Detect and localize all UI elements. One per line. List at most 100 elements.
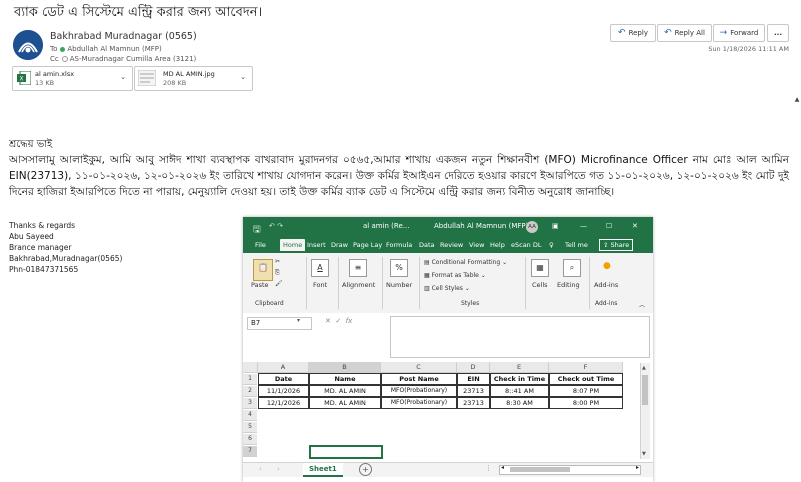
table-cell[interactable]: Date <box>258 373 309 385</box>
table-cell[interactable]: 23713 <box>457 385 490 397</box>
horizontal-scrollbar[interactable]: ◂ ▸ <box>499 464 641 475</box>
more-options-icon[interactable]: ⋮ <box>485 464 492 472</box>
tab-view[interactable]: View <box>469 239 484 251</box>
addins-button[interactable]: Add-ins <box>594 281 618 289</box>
close-icon[interactable]: ✕ <box>632 222 638 230</box>
reply-all-button[interactable]: ↶ Reply All <box>657 24 712 42</box>
tab-data[interactable]: Data <box>419 239 435 251</box>
add-sheet-icon[interactable]: + <box>359 463 372 476</box>
table-cell[interactable]: 23713 <box>457 397 490 409</box>
table-cell[interactable]: Post Name <box>381 373 457 385</box>
row-header[interactable]: 6 <box>243 434 257 445</box>
row-header[interactable]: 1 <box>243 374 257 385</box>
user-avatar[interactable]: AA <box>526 221 538 233</box>
scroll-left-arrow-icon[interactable]: ◂ <box>501 464 504 471</box>
minimize-icon[interactable]: — <box>580 222 587 230</box>
tab-review[interactable]: Review <box>440 239 463 251</box>
table-cell[interactable]: Check in Time <box>490 373 549 385</box>
scroll-right-arrow-icon[interactable]: ▸ <box>636 464 639 471</box>
enter-icon[interactable]: ✓ <box>335 317 341 325</box>
scroll-up-arrow-icon[interactable]: ▲ <box>642 365 646 371</box>
table-cell[interactable]: MD. AL AMIN <box>309 397 381 409</box>
collapse-ribbon-icon[interactable]: ︿ <box>639 300 645 309</box>
scroll-up-arrow-icon[interactable]: ▲ <box>793 96 801 104</box>
formula-input[interactable] <box>390 316 650 358</box>
table-cell[interactable]: 8:30 AM <box>490 397 549 409</box>
scroll-down-arrow-icon[interactable]: ▼ <box>642 451 646 457</box>
maximize-icon[interactable]: ☐ <box>606 222 612 230</box>
reply-button[interactable]: ↶ Reply <box>610 24 656 42</box>
column-header[interactable]: C <box>381 362 457 373</box>
column-header[interactable]: B <box>309 362 381 373</box>
cell-styles-button[interactable]: ▥ Cell Styles ⌄ <box>424 285 470 292</box>
sheet-nav-left-icon[interactable]: ‹ <box>259 465 262 473</box>
table-cell[interactable]: 11/1/2026 <box>258 385 309 397</box>
search-icon[interactable]: ⌕ <box>563 259 581 277</box>
tab-page-layout[interactable]: Page Lay <box>353 239 382 251</box>
chevron-down-icon[interactable]: ▾ <box>297 317 300 324</box>
row-header[interactable]: 4 <box>243 410 257 421</box>
table-cell[interactable]: 8:00 PM <box>549 397 623 409</box>
table-cell[interactable]: Name <box>309 373 381 385</box>
table-cell[interactable]: MFO(Probationary) <box>381 397 457 409</box>
row-header[interactable]: 3 <box>243 398 257 409</box>
share-button[interactable]: ⇪ Share <box>599 239 634 251</box>
tab-formulas[interactable]: Formula <box>386 239 412 251</box>
select-all-corner[interactable] <box>243 362 258 373</box>
scroll-thumb[interactable] <box>642 375 648 405</box>
addins-icon[interactable]: ● <box>603 261 611 271</box>
name-box[interactable]: B7 <box>247 317 312 330</box>
cells-button[interactable]: Cells <box>532 281 548 289</box>
tab-file[interactable]: File <box>255 239 266 251</box>
tab-home[interactable]: Home <box>280 239 306 251</box>
tab-escan[interactable]: eScan DL <box>511 239 542 251</box>
cells-icon[interactable]: ▦ <box>531 259 549 277</box>
format-as-table-button[interactable]: ▦ Format as Table ⌄ <box>424 272 486 279</box>
tab-draw[interactable]: Draw <box>331 239 348 251</box>
font-button[interactable]: Font <box>313 281 327 289</box>
sheet-tab[interactable]: Sheet1 <box>303 463 343 477</box>
to-recipient[interactable]: Abdullah Al Mamnun (MFP) <box>67 45 161 53</box>
table-cell[interactable]: MFO(Probationary) <box>381 385 457 397</box>
tab-insert[interactable]: Insert <box>307 239 326 251</box>
cc-recipient[interactable]: AS-Muradnagar Cumilla Area (3121) <box>70 55 197 63</box>
number-button[interactable]: Number <box>386 281 412 289</box>
editing-button[interactable]: Editing <box>557 281 580 289</box>
row-header[interactable]: 7 <box>243 446 257 457</box>
table-cell[interactable]: MD. AL AMIN <box>309 385 381 397</box>
column-header[interactable]: F <box>549 362 623 373</box>
paste-button[interactable]: Paste <box>251 281 269 289</box>
attachment-xlsx[interactable]: X al amin.xlsx 13 KB ⌄ <box>12 66 133 91</box>
save-icon[interactable]: 🖫 <box>253 222 261 238</box>
row-header[interactable]: 5 <box>243 422 257 433</box>
alignment-button[interactable]: Alignment <box>342 281 375 289</box>
sheet-nav-right-icon[interactable]: › <box>277 465 280 473</box>
tab-help[interactable]: Help <box>490 239 505 251</box>
insert-function-icon[interactable]: fx <box>346 317 353 325</box>
sender-name[interactable]: Bakhrabad Muradnagar (0565) <box>50 31 197 42</box>
column-header[interactable]: E <box>490 362 549 373</box>
format-painter-icon[interactable]: 🖌 <box>275 280 283 287</box>
table-cell[interactable]: 8:07 PM <box>549 385 623 397</box>
selected-cell[interactable] <box>309 445 383 459</box>
column-header[interactable]: A <box>258 362 309 373</box>
number-format-icon[interactable]: % <box>390 259 408 277</box>
attachment-jpg[interactable]: MD AL AMIN.jpg 208 KB ⌄ <box>134 66 253 91</box>
column-header[interactable]: D <box>457 362 490 373</box>
table-cell[interactable]: EIN <box>457 373 490 385</box>
conditional-formatting-button[interactable]: ▤ Conditional Formatting ⌄ <box>424 259 507 266</box>
more-actions-button[interactable]: ... <box>767 24 789 42</box>
table-cell[interactable]: 12/1/2026 <box>258 397 309 409</box>
table-cell[interactable]: Check out Time <box>549 373 623 385</box>
cancel-icon[interactable]: ✕ <box>325 317 331 325</box>
chevron-down-icon[interactable]: ⌄ <box>240 73 246 81</box>
ribbon-display-icon[interactable]: ▣ <box>552 222 559 230</box>
chevron-down-icon[interactable]: ⌄ <box>120 73 126 81</box>
row-header[interactable]: 2 <box>243 386 257 397</box>
undo-icon[interactable]: ↶ ↷ <box>269 222 283 230</box>
scroll-thumb[interactable] <box>510 467 570 472</box>
tell-me-search[interactable]: Tell me <box>565 239 588 251</box>
copy-icon[interactable]: ⎘ <box>275 269 280 277</box>
vertical-scrollbar[interactable]: ▲ ▼ <box>640 363 650 459</box>
paste-icon[interactable]: 📋 <box>253 259 273 281</box>
